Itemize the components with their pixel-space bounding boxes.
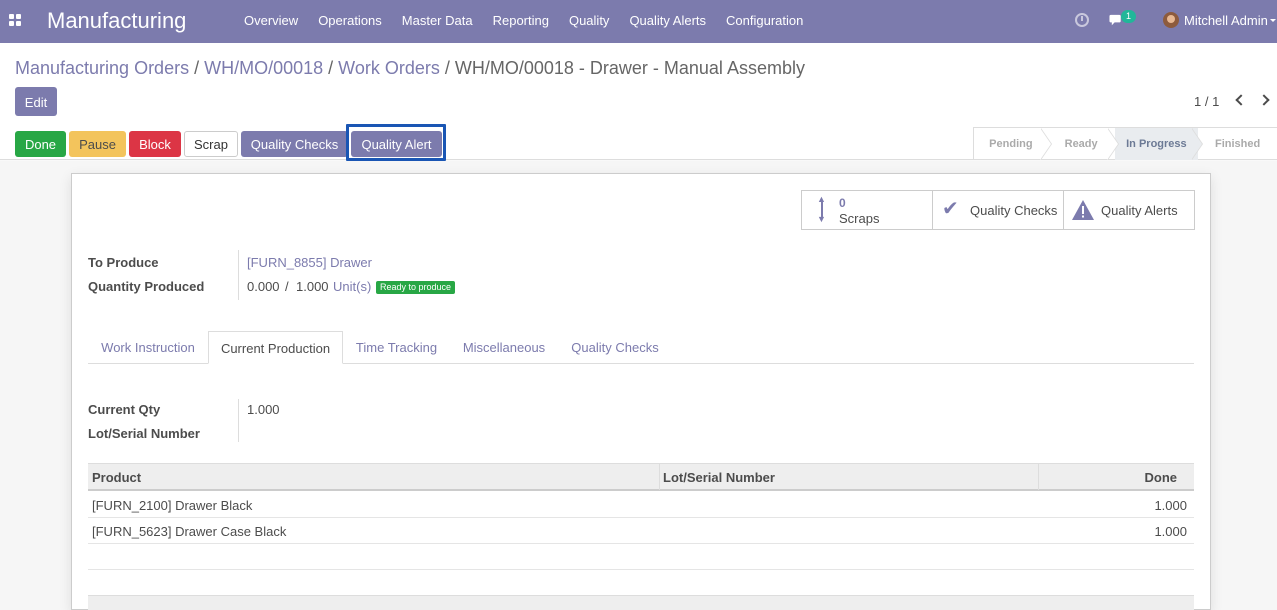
field-divider [238,399,239,442]
warning-icon [1072,200,1094,220]
tab-miscellaneous[interactable]: Miscellaneous [452,331,556,364]
menu-item-configuration[interactable]: Configuration [716,0,813,43]
status-step-finished[interactable]: Finished [1198,128,1277,160]
chat-count-badge: 1 [1121,10,1136,23]
column-done[interactable]: Done [1145,470,1178,485]
to-produce-label: To Produce [88,255,159,270]
quantity-total: 1.000 [296,279,329,294]
menu-item-reporting[interactable]: Reporting [483,0,559,43]
status-bar: Pending Ready In Progress Finished [973,127,1277,160]
status-step-pending[interactable]: Pending [974,128,1048,160]
scraps-count: 0 [839,196,846,210]
current-qty-value[interactable]: 1.000 [247,402,280,417]
clock-icon[interactable] [1075,13,1089,27]
status-step-in-progress[interactable]: In Progress [1114,128,1199,160]
field-divider [238,250,239,300]
scrap-button[interactable]: Scrap [184,131,238,157]
menu-item-master-data[interactable]: Master Data [392,0,483,43]
breadcrumb-separator: / [444,58,450,78]
breadcrumb-current: WH/MO/00018 - Drawer - Manual Assembly [454,58,805,78]
status-step-ready[interactable]: Ready [1048,128,1115,160]
chevron-left-icon[interactable] [1235,94,1247,106]
pause-button[interactable]: Pause [69,131,126,157]
table-row[interactable]: [FURN_2100] Drawer Black 1.000 [88,492,1194,518]
apps-grid-icon[interactable] [9,14,21,26]
scraps-smart-button[interactable]: ▼ 0 Scraps [802,191,933,229]
main-menu: Overview Operations Master Data Reportin… [234,0,813,43]
edit-button[interactable]: Edit [15,87,57,116]
table-header: Product Lot/Serial Number Done [88,463,1194,491]
menu-item-quality-alerts[interactable]: Quality Alerts [619,0,716,43]
status-divider [1191,128,1202,160]
quality-checks-button[interactable]: Quality Checks [241,131,348,157]
quality-checks-smart-button[interactable]: ✔ Quality Checks [933,191,1064,229]
row-product: [FURN_5623] Drawer Case Black [92,524,287,539]
arrows-vertical-icon: ▼ [817,194,826,224]
status-divider [1040,128,1051,160]
current-qty-label: Current Qty [88,402,161,417]
status-divider [1107,128,1118,160]
app-brand[interactable]: Manufacturing [47,8,186,34]
smart-buttons: ▼ 0 Scraps ✔ Quality Checks Quality Aler… [801,190,1195,230]
column-divider [659,464,660,490]
breadcrumb-separator: / [194,58,200,78]
caret-down-icon[interactable] [1270,19,1276,22]
quantity-produced-label: Quantity Produced [88,279,205,294]
quantity-done: 0.000 [247,279,280,294]
top-navbar: Manufacturing Overview Operations Master… [0,0,1277,43]
column-divider [1038,464,1039,490]
quantity-separator: / [285,279,289,294]
breadcrumb: Manufacturing Orders / WH/MO/00018/Work Or… [15,57,805,79]
column-product[interactable]: Product [92,470,141,485]
row-done: 1.000 [1154,524,1187,539]
quality-alert-button[interactable]: Quality Alert [351,131,442,157]
avatar[interactable] [1163,12,1179,28]
quality-alerts-label: Quality Alerts [1101,203,1178,218]
user-menu[interactable]: Mitchell Admin [1184,13,1268,28]
row-done: 1.000 [1154,498,1187,513]
chevron-right-icon[interactable] [1258,94,1270,106]
status-badge: Ready to produce [376,281,456,294]
menu-item-operations[interactable]: Operations [308,0,392,43]
tab-current-production[interactable]: Current Production [208,331,343,364]
quality-checks-label: Quality Checks [970,203,1058,218]
pager-value[interactable]: 1 / 1 [1194,94,1219,109]
column-lot-serial[interactable]: Lot/Serial Number [663,470,775,485]
row-product: [FURN_2100] Drawer Black [92,498,253,513]
scraps-label: Scraps [839,211,880,226]
block-button[interactable]: Block [129,131,181,157]
table-footer [88,595,1194,610]
breadcrumb-manufacturing-orders[interactable]: Manufacturing Orders [15,58,189,78]
quality-alerts-smart-button[interactable]: Quality Alerts [1064,191,1194,229]
table-row-empty [88,544,1194,570]
menu-item-overview[interactable]: Overview [234,0,308,43]
done-button[interactable]: Done [15,131,66,157]
lot-serial-label: Lot/Serial Number [88,426,200,441]
tab-work-instruction[interactable]: Work Instruction [90,331,206,364]
table-row[interactable]: [FURN_5623] Drawer Case Black 1.000 [88,518,1194,544]
check-icon: ✔ [942,198,959,220]
tab-time-tracking[interactable]: Time Tracking [345,331,448,364]
breadcrumb-work-orders[interactable]: Work Orders [338,58,440,78]
breadcrumb-separator: / [328,58,334,78]
menu-item-quality[interactable]: Quality [559,0,619,43]
uom-link[interactable]: Unit(s) [333,279,371,294]
to-produce-value[interactable]: [FURN_8855] Drawer [247,255,372,270]
tab-quality-checks[interactable]: Quality Checks [560,331,670,364]
breadcrumb-mo[interactable]: WH/MO/00018 [204,58,323,78]
control-panel: Manufacturing Orders / WH/MO/00018/Work Or… [0,43,1277,161]
